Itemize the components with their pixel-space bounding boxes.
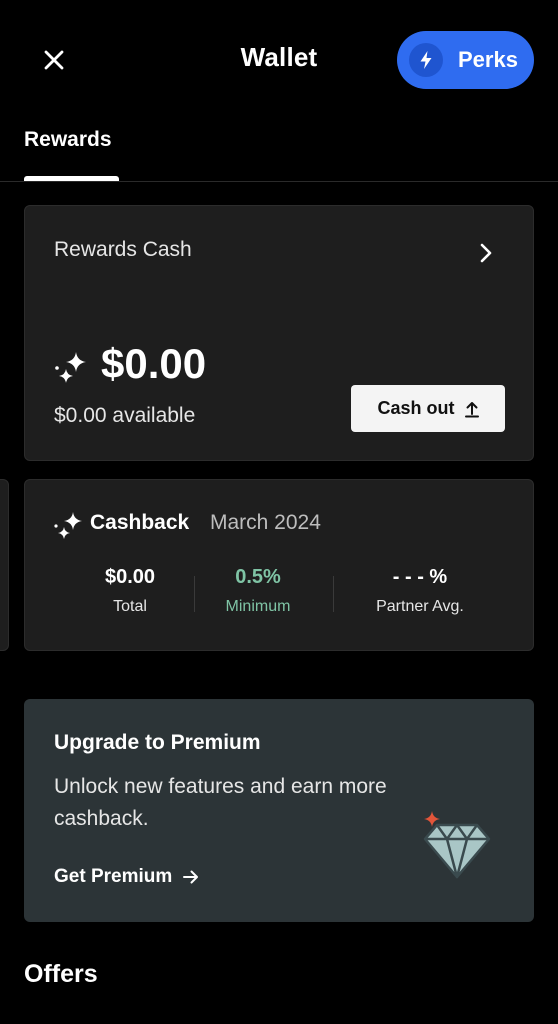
sparkle-icon [55, 352, 86, 383]
get-premium-label: Get Premium [54, 866, 173, 887]
rewards-cash-title: Rewards Cash [54, 238, 192, 261]
divider [194, 576, 195, 612]
diamond-icon [423, 811, 491, 879]
stat-total: $0.00 Total [80, 566, 180, 616]
cash-out-button[interactable]: Cash out [351, 385, 505, 432]
offers-heading: Offers [24, 960, 98, 988]
tab-active-indicator [24, 176, 119, 181]
upload-arrow-icon [464, 401, 479, 417]
get-premium-link[interactable]: Get Premium [54, 866, 200, 888]
sparkle-icon [54, 512, 82, 539]
cashback-period: March 2024 [210, 511, 321, 534]
tab-rewards[interactable]: Rewards [24, 128, 112, 152]
stat-minimum: 0.5% Minimum [208, 566, 308, 616]
stat-total-value: $0.00 [104, 566, 156, 588]
tab-bar: Rewards [0, 120, 558, 182]
chevron-right-icon [480, 243, 492, 263]
premium-description: Unlock new features and earn more cashba… [54, 775, 387, 830]
rewards-cash-card[interactable]: Rewards Cash $0.00 $0.00 available Cash … [24, 205, 534, 461]
header: Wallet Perks [0, 0, 558, 120]
arrow-right-icon [183, 870, 199, 884]
stat-total-label: Total [113, 598, 147, 615]
rewards-cash-available: $0.00 available [54, 404, 196, 427]
perks-button[interactable]: Perks [397, 31, 534, 89]
stat-minimum-label: Minimum [225, 598, 291, 615]
cash-out-label: Cash out [377, 398, 455, 418]
divider [333, 576, 334, 612]
cashback-card[interactable]: Cashback March 2024 $0.00 Total 0.5% Min… [24, 479, 534, 651]
stat-partner-avg-value: - - - % [392, 566, 448, 588]
premium-upsell-card[interactable]: Upgrade to Premium Unlock new features a… [24, 699, 534, 922]
stat-minimum-value: 0.5% [235, 566, 281, 588]
previous-card-peek[interactable] [0, 479, 9, 651]
rewards-cash-amount: $0.00 [101, 340, 207, 387]
cashback-title: Cashback [90, 511, 190, 534]
stat-partner-avg: - - - % Partner Avg. [355, 566, 485, 616]
perks-label: Perks [458, 47, 518, 72]
stat-partner-avg-label: Partner Avg. [376, 598, 464, 615]
lightning-bolt-icon [409, 43, 443, 77]
premium-title: Upgrade to Premium [54, 731, 261, 754]
